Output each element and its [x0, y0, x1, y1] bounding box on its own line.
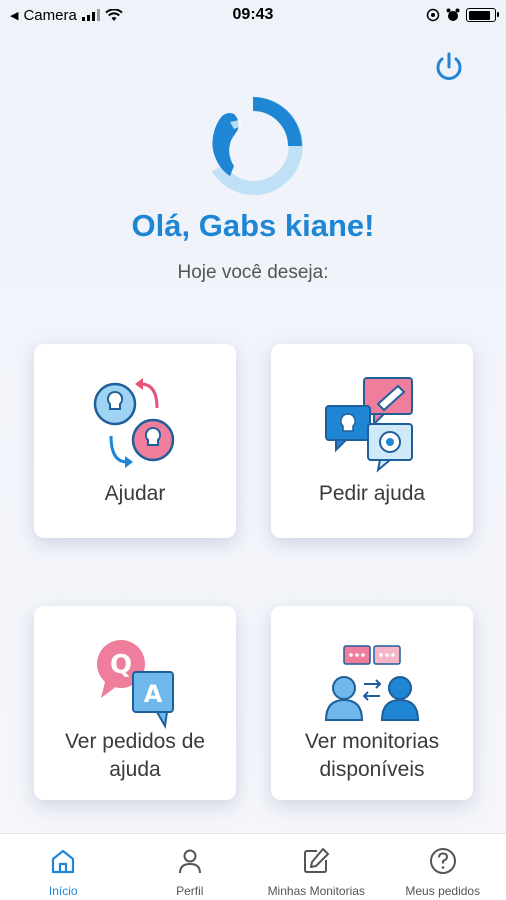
chat-bubbles-icon [325, 377, 413, 473]
edit-icon [304, 848, 330, 873]
tab-minhas-monitorias[interactable]: Minhas Monitorias [253, 834, 380, 900]
user-icon [178, 849, 201, 874]
tab-inicio[interactable]: Início [0, 834, 127, 900]
tab-perfil-label: Perfil [176, 884, 204, 898]
card-ver-monitorias[interactable]: Ver monitorias disponíveis [271, 606, 473, 800]
card-pedir-ajuda[interactable]: Pedir ajuda [271, 344, 473, 538]
question-answer-icon: Q A [97, 640, 174, 730]
back-arrow-icon[interactable]: ◀ [10, 9, 18, 22]
status-right [426, 8, 499, 22]
tab-perfil[interactable]: Perfil [127, 834, 254, 900]
back-app-label[interactable]: Camera [23, 7, 76, 24]
home-icon [52, 849, 75, 874]
exchange-ideas-icon [93, 378, 175, 468]
status-left: ◀ Camera [10, 7, 123, 24]
power-icon [436, 52, 462, 80]
tab-inicio-label: Início [48, 884, 78, 898]
tab-meus-pedidos[interactable]: Meus pedidos [380, 834, 506, 900]
signal-icon [81, 9, 100, 21]
card-ver-pedidos-label: Ver pedidos de ajuda [64, 730, 206, 781]
app-logo [200, 96, 306, 196]
logout-button[interactable] [430, 48, 468, 86]
tab-minhas-monitorias-label: Minhas Monitorias [267, 884, 365, 898]
tab-meus-pedidos-label: Meus pedidos [405, 884, 481, 898]
card-ajudar-label: Ajudar [104, 482, 166, 505]
card-ver-pedidos[interactable]: Q A Ver pedidos de ajuda [34, 606, 236, 800]
people-chat-icon [324, 645, 420, 721]
alarm-icon [446, 8, 460, 21]
bottom-tab-bar: Início Perfil Minhas Monitorias Meus ped… [0, 833, 506, 900]
screen-lock-icon [426, 8, 440, 22]
help-circle-icon [429, 848, 456, 874]
svg-text:Q: Q [110, 650, 132, 680]
battery-icon [466, 8, 499, 22]
card-pedir-ajuda-label: Pedir ajuda [318, 482, 426, 505]
wifi-icon [105, 8, 123, 21]
card-ver-monitorias-label: Ver monitorias disponíveis [304, 730, 440, 781]
greeting-subtitle: Hoje você deseja: [177, 262, 329, 283]
greeting-title: Olá, Gabs kiane! [131, 208, 375, 243]
svg-text:A: A [144, 680, 163, 708]
status-bar: ◀ Camera 09:43 [0, 0, 506, 30]
card-ajudar[interactable]: Ajudar [34, 344, 236, 538]
